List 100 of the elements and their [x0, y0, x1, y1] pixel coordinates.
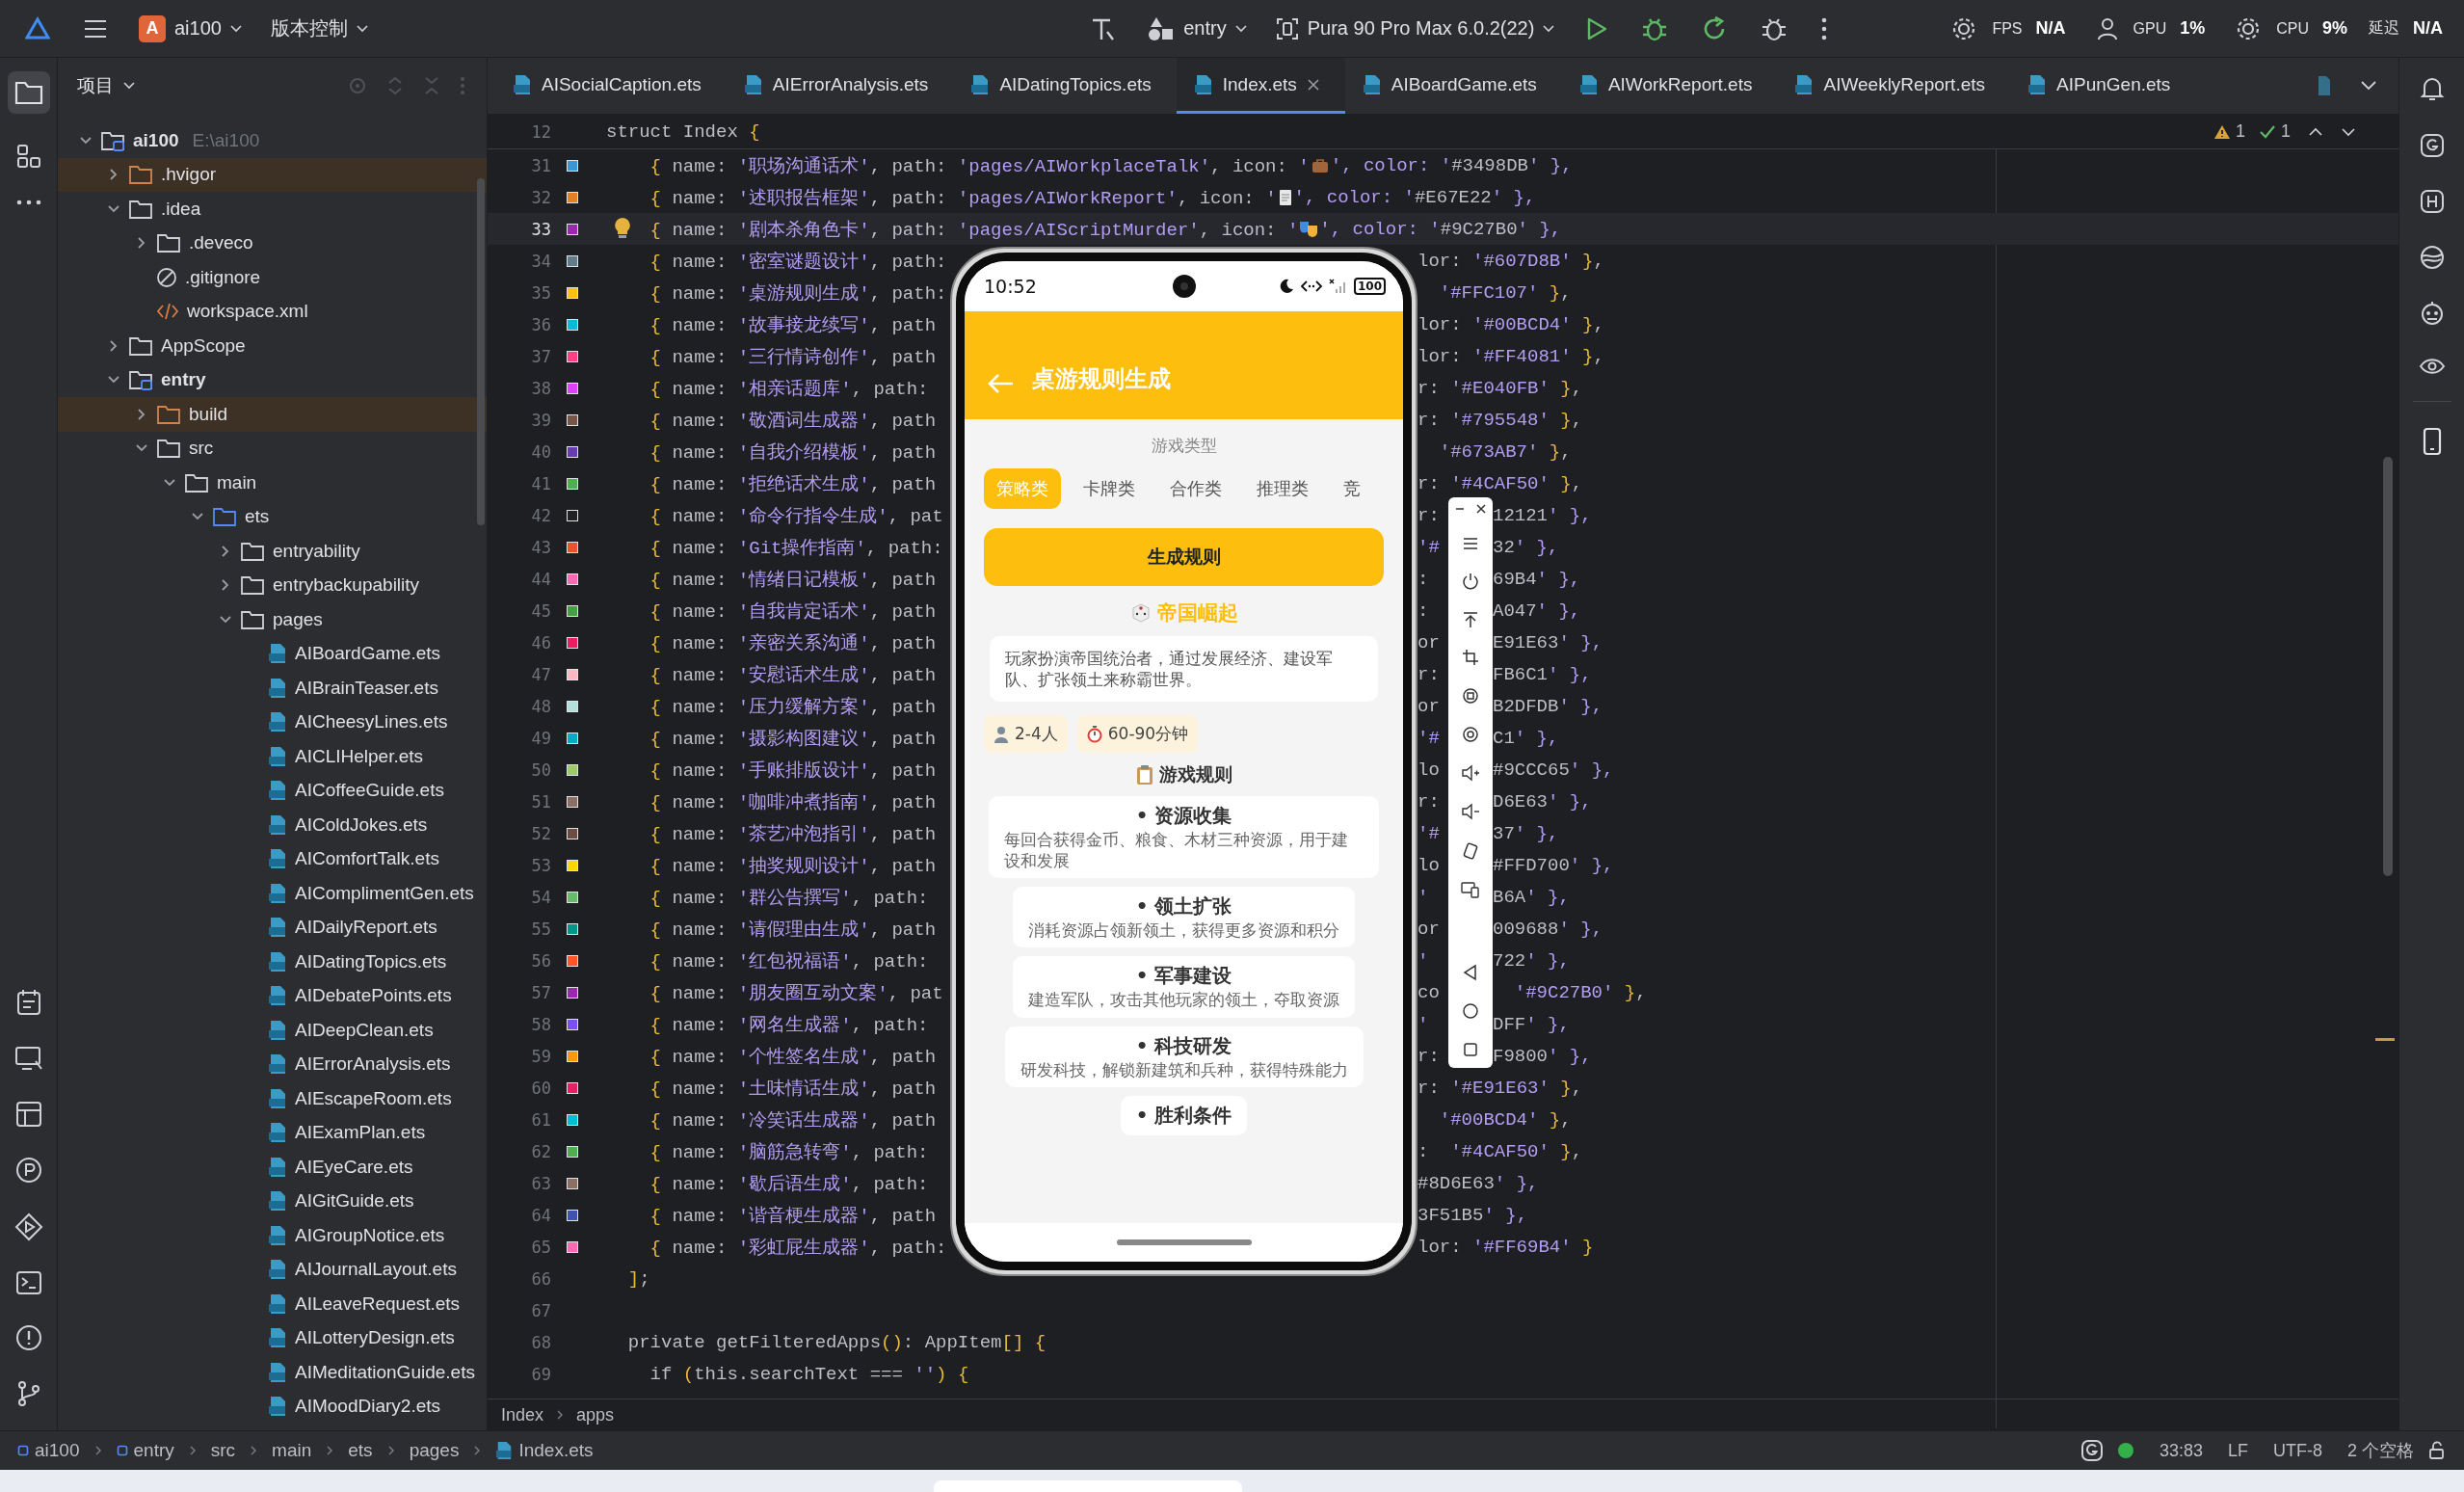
tree-item[interactable]: AICheesyLines.ets [58, 705, 487, 739]
volume-up-icon[interactable] [1461, 763, 1480, 782]
breadcrumb-item[interactable]: ai100 [17, 1440, 80, 1461]
person-icon[interactable] [2096, 16, 2118, 40]
recents-icon[interactable] [1462, 1040, 1479, 1058]
chevron-up-icon[interactable] [2308, 126, 2323, 137]
phone-icon[interactable] [2422, 427, 2442, 456]
color-swatch[interactable] [567, 763, 578, 776]
color-swatch[interactable] [567, 477, 578, 490]
tree-item[interactable]: AIBrainTeaser.ets [58, 671, 487, 706]
check-count[interactable]: 1 [2259, 121, 2291, 142]
project-switcher[interactable]: A ai100 [131, 9, 250, 48]
breadcrumb-item[interactable]: pages [409, 1440, 460, 1461]
panel-title[interactable]: 项目 [77, 73, 114, 98]
breadcrumb-item[interactable]: Index.ets [495, 1440, 594, 1461]
problems-icon[interactable] [14, 1324, 42, 1351]
breadcrumb-item[interactable]: ets [348, 1440, 373, 1461]
file-icon[interactable] [2316, 75, 2331, 96]
color-swatch[interactable] [567, 795, 578, 808]
lock-icon[interactable] [2427, 1441, 2447, 1460]
tree-item[interactable]: AIExamPlan.ets [58, 1115, 487, 1150]
tree-item[interactable]: main [58, 466, 487, 500]
tree-item[interactable]: AIMeditationGuide.ets [58, 1355, 487, 1390]
color-swatch[interactable] [567, 732, 578, 744]
color-swatch[interactable] [567, 413, 578, 426]
monitor-icon[interactable] [13, 1045, 43, 1072]
color-swatch[interactable] [567, 1177, 578, 1189]
structure-icon[interactable] [14, 143, 42, 170]
indent-setting[interactable]: 2 个空格 [2347, 1439, 2414, 1462]
color-swatch[interactable] [567, 541, 578, 553]
close-icon[interactable] [1306, 77, 1320, 92]
breadcrumb-item[interactable]: src [210, 1440, 236, 1461]
color-swatch[interactable] [567, 1240, 578, 1253]
tree-item[interactable]: AIMoodDiary2.ets [58, 1389, 487, 1424]
run-icon[interactable] [1585, 15, 1609, 41]
color-swatch[interactable] [567, 954, 578, 967]
caret-icon[interactable] [123, 82, 135, 90]
tree-item[interactable]: AIEscapeRoom.ets [58, 1081, 487, 1116]
robot-icon[interactable] [2419, 301, 2445, 326]
tree-item[interactable]: AILeaveRequest.ets [58, 1287, 487, 1321]
editor-tab[interactable]: AISocialCaption.ets [495, 58, 727, 114]
rotate-phone-icon[interactable] [1462, 840, 1479, 861]
editor-tab[interactable]: AIDatingTopics.ets [953, 58, 1177, 114]
editor-tab[interactable]: AIWorkReport.ets [1561, 58, 1778, 114]
eye-icon[interactable] [2418, 357, 2446, 376]
tree-item[interactable]: AIColdJokes.ets [58, 808, 487, 842]
tree-item[interactable]: AIComfortTalk.ets [58, 841, 487, 876]
menu-icon[interactable] [83, 17, 108, 40]
bell-icon[interactable] [2419, 75, 2445, 102]
color-swatch[interactable] [567, 318, 578, 331]
tree-item[interactable]: AIErrorAnalysis.ets [58, 1047, 487, 1081]
breadcrumb-item[interactable]: main [272, 1440, 312, 1461]
color-swatch[interactable] [567, 891, 578, 903]
app-logo-icon[interactable] [25, 15, 50, 41]
tree-item[interactable]: AIDailyReport.ets [58, 910, 487, 945]
more-icon[interactable] [1820, 15, 1829, 41]
more-icon[interactable] [14, 199, 42, 206]
close-icon[interactable] [1475, 503, 1487, 515]
volume-down-icon[interactable] [1461, 802, 1480, 820]
caret-icon[interactable] [2360, 80, 2377, 92]
color-swatch[interactable] [567, 827, 578, 839]
scrollbar-thumb[interactable] [2383, 457, 2393, 876]
color-swatch[interactable] [567, 445, 578, 458]
editor-tab[interactable]: AIBoardGame.ets [1344, 58, 1562, 114]
tree-item[interactable]: AICoffeeGuide.ets [58, 773, 487, 808]
color-swatch[interactable] [567, 191, 578, 203]
screenshot-icon[interactable] [1462, 726, 1479, 744]
gear-icon[interactable] [2236, 15, 2262, 41]
tree-item[interactable]: build [58, 397, 487, 432]
tree-item[interactable]: AICLIHelper.ets [58, 739, 487, 774]
upload-icon[interactable] [1462, 610, 1479, 628]
vcs-menu[interactable]: 版本控制 [262, 10, 376, 47]
color-swatch[interactable] [567, 1113, 578, 1126]
wave-circle-icon[interactable] [2419, 245, 2445, 270]
menu-icon[interactable] [1462, 535, 1479, 551]
chevron-down-icon[interactable] [2341, 126, 2356, 137]
power-icon[interactable] [1462, 572, 1479, 590]
tree-item[interactable]: AIDeepClean.ets [58, 1013, 487, 1048]
tree-item[interactable]: AILotteryDesign.ets [58, 1320, 487, 1355]
tree-item[interactable]: AIBoardGame.ets [58, 636, 487, 671]
color-swatch[interactable] [567, 604, 578, 617]
color-swatch[interactable] [567, 1209, 578, 1221]
tree-item[interactable]: entrybackupability [58, 568, 487, 602]
category-chip[interactable]: 合作类 [1157, 468, 1234, 509]
tree-item[interactable]: ai100 E:\ai100 [58, 123, 487, 158]
breadcrumb-item[interactable]: entry [116, 1440, 174, 1461]
tree-item[interactable]: .gitignore [58, 260, 487, 295]
terminal-icon[interactable] [14, 1270, 42, 1295]
tree-item[interactable]: workspace.xml [58, 294, 487, 329]
play-diamond-icon[interactable] [13, 1212, 43, 1241]
color-swatch[interactable] [567, 1018, 578, 1030]
color-swatch[interactable] [567, 223, 578, 235]
tree-item[interactable]: AIJournalLayout.ets [58, 1252, 487, 1287]
breadcrumb-item[interactable]: Index [501, 1404, 544, 1425]
cursor-position[interactable]: 33:83 [2159, 1440, 2203, 1461]
color-swatch[interactable] [567, 509, 578, 521]
category-chip[interactable]: 卡牌类 [1071, 468, 1148, 509]
rotate-icon[interactable] [1462, 687, 1479, 706]
cast-icon[interactable] [1461, 881, 1480, 899]
tree-item[interactable]: entryability [58, 534, 487, 569]
